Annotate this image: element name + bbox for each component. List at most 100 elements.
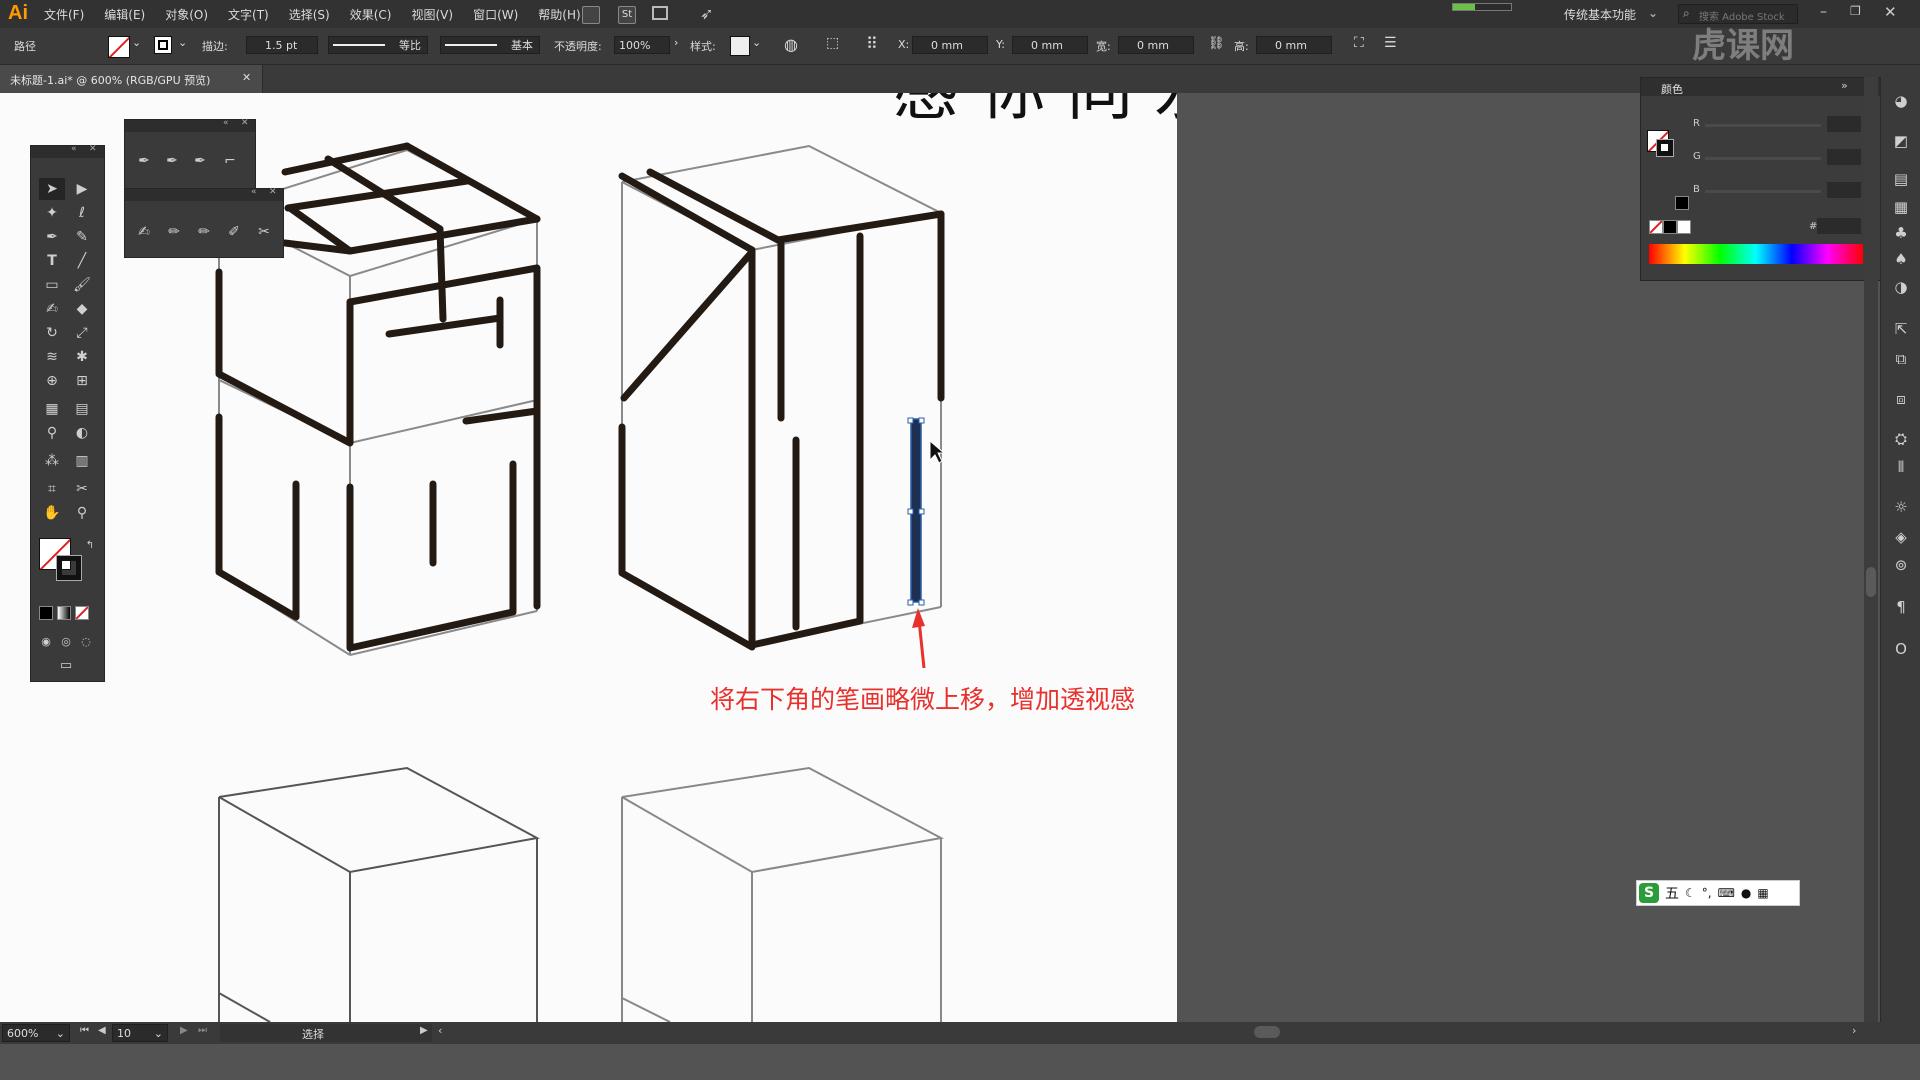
path-eraser-tool-icon[interactable]: ✐ bbox=[221, 221, 247, 243]
color-guide-icon[interactable]: ◩ bbox=[1891, 131, 1911, 151]
vertical-scrollbar[interactable] bbox=[1864, 77, 1878, 1022]
g-input[interactable] bbox=[1827, 149, 1861, 165]
restore-icon[interactable]: ❐ bbox=[1850, 4, 1861, 18]
perspective-grid-tool-icon[interactable]: ⊞ bbox=[69, 370, 95, 392]
chevron-down-icon[interactable]: ⌄ bbox=[178, 36, 187, 49]
document-tab[interactable]: 未标题-1.ai* @ 600% (RGB/GPU 预览) ✕ bbox=[0, 65, 263, 93]
toolbox-header[interactable]: « ✕ bbox=[31, 144, 104, 158]
x-input[interactable]: 0 mm bbox=[912, 36, 988, 54]
link-icon[interactable]: ⛓ bbox=[1208, 36, 1225, 51]
next-artboard-icon[interactable]: ▶ bbox=[180, 1025, 188, 1036]
none-mode-icon[interactable] bbox=[75, 606, 89, 620]
hand-tool-icon[interactable]: ✋ bbox=[39, 502, 65, 524]
graphic-styles-icon[interactable]: ♠ bbox=[1891, 249, 1911, 269]
selected-stroke[interactable] bbox=[907, 417, 925, 606]
add-anchor-tool-icon[interactable]: ✒ bbox=[159, 150, 185, 172]
shaper-tool-icon[interactable]: ✍ bbox=[131, 221, 157, 243]
black-swatch[interactable] bbox=[1663, 220, 1677, 234]
brush-definition[interactable]: 基本 bbox=[440, 36, 540, 54]
close-icon[interactable]: ✕ bbox=[1884, 3, 1897, 21]
ime-toolbar[interactable]: S 五 ☾ °, ⌨ ● ▦ bbox=[1636, 880, 1800, 906]
appearance-icon[interactable]: ◑ bbox=[1891, 277, 1911, 297]
rectangle-tool-icon[interactable]: ▭ bbox=[39, 274, 65, 296]
menu-select[interactable]: 选择(S) bbox=[289, 6, 330, 23]
workspace-switcher[interactable]: 传统基本功能 bbox=[1564, 6, 1636, 23]
puppet-warp-tool-icon[interactable]: ✱ bbox=[69, 346, 95, 368]
scroll-left-icon[interactable]: ‹ bbox=[438, 1024, 442, 1037]
menu-object[interactable]: 对象(O) bbox=[165, 6, 208, 23]
punct-icon[interactable]: °, bbox=[1702, 886, 1712, 900]
user-icon[interactable]: ● bbox=[1741, 886, 1751, 900]
menu-help[interactable]: 帮助(H) bbox=[538, 6, 580, 23]
moon-icon[interactable]: ☾ bbox=[1685, 886, 1696, 900]
grid-icon[interactable]: ▦ bbox=[1757, 886, 1768, 900]
rotate-tool-icon[interactable]: ↻ bbox=[39, 322, 65, 344]
pen-tool-icon[interactable]: ✒ bbox=[131, 150, 157, 172]
fill-none-swatch[interactable] bbox=[108, 36, 130, 58]
artboard-number[interactable]: 10 ⌄ bbox=[112, 1024, 168, 1042]
layers-icon[interactable]: ◈ bbox=[1891, 527, 1911, 547]
sun-icon[interactable]: ☼ bbox=[1891, 497, 1911, 517]
join-tool-icon[interactable]: ✂ bbox=[251, 221, 277, 243]
scroll-thumb[interactable] bbox=[1866, 567, 1876, 597]
menu-view[interactable]: 视图(V) bbox=[411, 6, 453, 23]
lasso-tool-icon[interactable]: ℓ bbox=[69, 202, 95, 224]
g-slider[interactable] bbox=[1705, 157, 1821, 160]
color-spectrum[interactable] bbox=[1649, 244, 1863, 264]
first-artboard-icon[interactable]: ⏮ bbox=[80, 1025, 89, 1036]
pathfinder-icon[interactable]: ⧈ bbox=[1891, 389, 1911, 409]
menu-edit[interactable]: 编辑(E) bbox=[104, 6, 145, 23]
symbols-icon[interactable]: ♣ bbox=[1891, 223, 1911, 243]
color-mode-icon[interactable] bbox=[39, 606, 53, 620]
transform-panel-icon[interactable]: ⧉ bbox=[1891, 349, 1911, 369]
mesh-tool-icon[interactable]: ▦ bbox=[39, 398, 65, 420]
paragraph-icon[interactable]: ¶ bbox=[1891, 597, 1911, 617]
draw-inside-icon[interactable]: ◌ bbox=[73, 630, 99, 652]
opentype-icon[interactable]: O bbox=[1891, 639, 1911, 659]
type-tool-icon[interactable]: T bbox=[39, 250, 65, 272]
chevron-down-icon[interactable]: ⌄ bbox=[752, 36, 761, 49]
artboard-tool-icon[interactable]: ⌗ bbox=[39, 478, 65, 500]
w-input[interactable]: 0 mm bbox=[1118, 36, 1194, 54]
shaper-tool-icon[interactable]: ✍ bbox=[39, 298, 65, 320]
b-input[interactable] bbox=[1827, 182, 1861, 198]
blend-tool-icon[interactable]: ◐ bbox=[69, 422, 95, 444]
delete-anchor-tool-icon[interactable]: ✒ bbox=[187, 150, 213, 172]
horizontal-scroll-thumb[interactable] bbox=[1254, 1026, 1280, 1038]
eyedropper-tool-icon[interactable]: ⚲ bbox=[39, 422, 65, 444]
eraser-tool-icon[interactable]: ◆ bbox=[69, 298, 95, 320]
screen-mode-icon[interactable]: ▭ bbox=[53, 654, 79, 676]
color-panel-icon[interactable]: ◕ bbox=[1891, 91, 1911, 111]
scroll-right-icon[interactable]: › bbox=[1852, 1024, 1856, 1037]
opacity-input[interactable]: 100% bbox=[614, 36, 670, 54]
gradient-tool-icon[interactable]: ▤ bbox=[69, 398, 95, 420]
links-icon[interactable]: ⊚ bbox=[1891, 555, 1911, 575]
menu-window[interactable]: 窗口(W) bbox=[473, 6, 518, 23]
black-swatch[interactable] bbox=[1675, 196, 1689, 210]
brushes-icon[interactable]: ▦ bbox=[1891, 197, 1911, 217]
stroke-swatch[interactable] bbox=[154, 36, 172, 54]
menu-type[interactable]: 文字(T) bbox=[228, 6, 269, 23]
ime-mode[interactable]: 五 bbox=[1665, 883, 1679, 903]
scale-tool-icon[interactable]: ⤢ bbox=[69, 322, 95, 344]
selection-tool-icon[interactable]: ➤ bbox=[39, 178, 65, 200]
zoom-tool-icon[interactable]: ⚲ bbox=[69, 502, 95, 524]
chevron-right-icon[interactable]: › bbox=[674, 36, 678, 49]
collapse-icon[interactable]: » bbox=[1841, 79, 1848, 92]
stroke-color-swatch[interactable] bbox=[56, 555, 82, 581]
r-input[interactable] bbox=[1827, 116, 1861, 132]
paper-plane-icon[interactable]: ➶ bbox=[700, 4, 713, 23]
slice-tool-icon[interactable]: ✂ bbox=[69, 478, 95, 500]
transform-grid-icon[interactable]: ⠿ bbox=[866, 34, 878, 53]
align-panel-icon[interactable]: ⫴ bbox=[1891, 457, 1911, 477]
panel-stroke-swatch[interactable] bbox=[1656, 139, 1674, 157]
smooth-tool-icon[interactable]: ✏ bbox=[191, 221, 217, 243]
keyboard-icon[interactable]: ⌨ bbox=[1718, 886, 1735, 900]
export-icon[interactable]: ⇱ bbox=[1891, 319, 1911, 339]
swap-colors-icon[interactable]: ↰ bbox=[77, 534, 103, 556]
properties-icon[interactable]: ⛭ bbox=[1891, 429, 1911, 449]
chevron-down-icon[interactable]: ⌄ bbox=[132, 36, 141, 49]
pencil-tool-icon[interactable]: ✏ bbox=[161, 221, 187, 243]
symbol-sprayer-tool-icon[interactable]: ⁂ bbox=[39, 450, 65, 472]
zoom-select[interactable]: 600% ⌄ bbox=[2, 1024, 70, 1042]
